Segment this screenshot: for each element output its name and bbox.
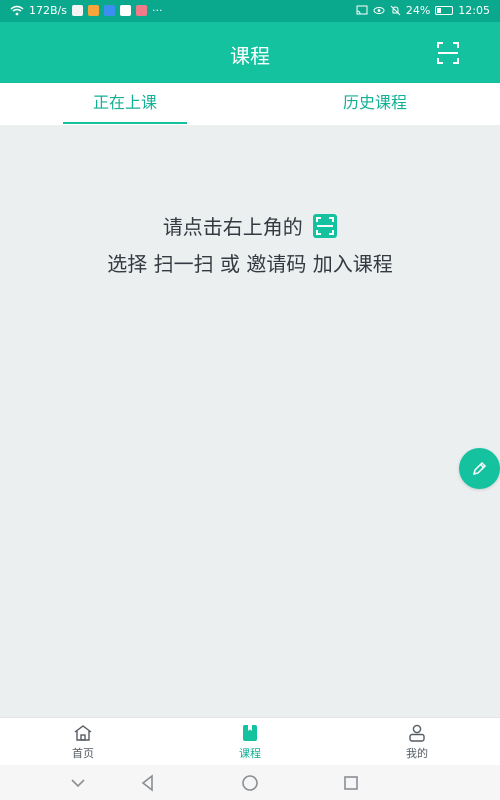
course-tabs: 正在上课 历史课程 <box>0 83 500 125</box>
status-bar: 172B/s ··· 24% 12:05 <box>0 0 500 22</box>
tab-history-courses[interactable]: 历史课程 <box>250 83 500 125</box>
bottom-nav: 首页 课程 我的 <box>0 717 500 765</box>
empty-state-text-1: 请点击右上角的 <box>162 215 303 239</box>
nav-label-home: 首页 <box>72 747 94 760</box>
edit-fab-button[interactable] <box>459 448 500 489</box>
nav-item-mine[interactable]: 我的 <box>367 724 467 764</box>
pencil-icon <box>472 461 487 476</box>
network-speed: 172B/s <box>29 4 67 17</box>
recents-icon[interactable] <box>341 773 361 793</box>
more-notifications: ··· <box>151 4 163 17</box>
course-icon <box>243 725 257 741</box>
back-icon[interactable] <box>138 773 158 793</box>
app-screen: 172B/s ··· 24% 12:05 课程 正在上课 历史课程 请点击右上角… <box>0 0 500 800</box>
active-tab-indicator <box>63 122 187 124</box>
clock: 12:05 <box>458 4 490 17</box>
battery-percent: 24% <box>405 4 431 17</box>
notification-app-icon <box>87 5 99 16</box>
nav-label-mine: 我的 <box>406 747 428 760</box>
cast-icon <box>356 5 368 15</box>
home-icon <box>74 725 92 741</box>
chevron-down-icon[interactable] <box>68 773 88 793</box>
empty-state-line-2: 选择 扫一扫 或 邀请码 加入课程 <box>107 252 393 276</box>
notification-app-icon <box>119 5 131 16</box>
page-title: 课程 <box>230 44 270 68</box>
scan-button[interactable] <box>436 41 460 65</box>
wifi-icon <box>10 5 24 16</box>
system-nav-bar <box>0 765 500 800</box>
tab-current-courses[interactable]: 正在上课 <box>0 83 250 125</box>
eye-icon <box>373 7 385 14</box>
battery-icon <box>435 6 454 15</box>
nav-label-course: 课程 <box>239 747 261 760</box>
scan-icon <box>437 42 459 64</box>
mute-bell-icon <box>390 5 401 16</box>
empty-state-line-1: 请点击右上角的 <box>0 211 500 240</box>
nav-item-home[interactable]: 首页 <box>33 724 133 764</box>
notification-app-icon <box>71 5 83 16</box>
status-bar-left: 172B/s ··· <box>10 4 162 17</box>
app-header: 课程 <box>0 22 500 83</box>
scan-icon <box>313 214 338 238</box>
home-button-icon[interactable] <box>240 773 260 793</box>
profile-icon <box>409 724 425 742</box>
nav-item-course[interactable]: 课程 <box>200 724 300 764</box>
notification-app-icon <box>135 5 147 16</box>
notification-app-icon <box>103 5 115 16</box>
status-bar-right: 24% 12:05 <box>356 4 490 17</box>
